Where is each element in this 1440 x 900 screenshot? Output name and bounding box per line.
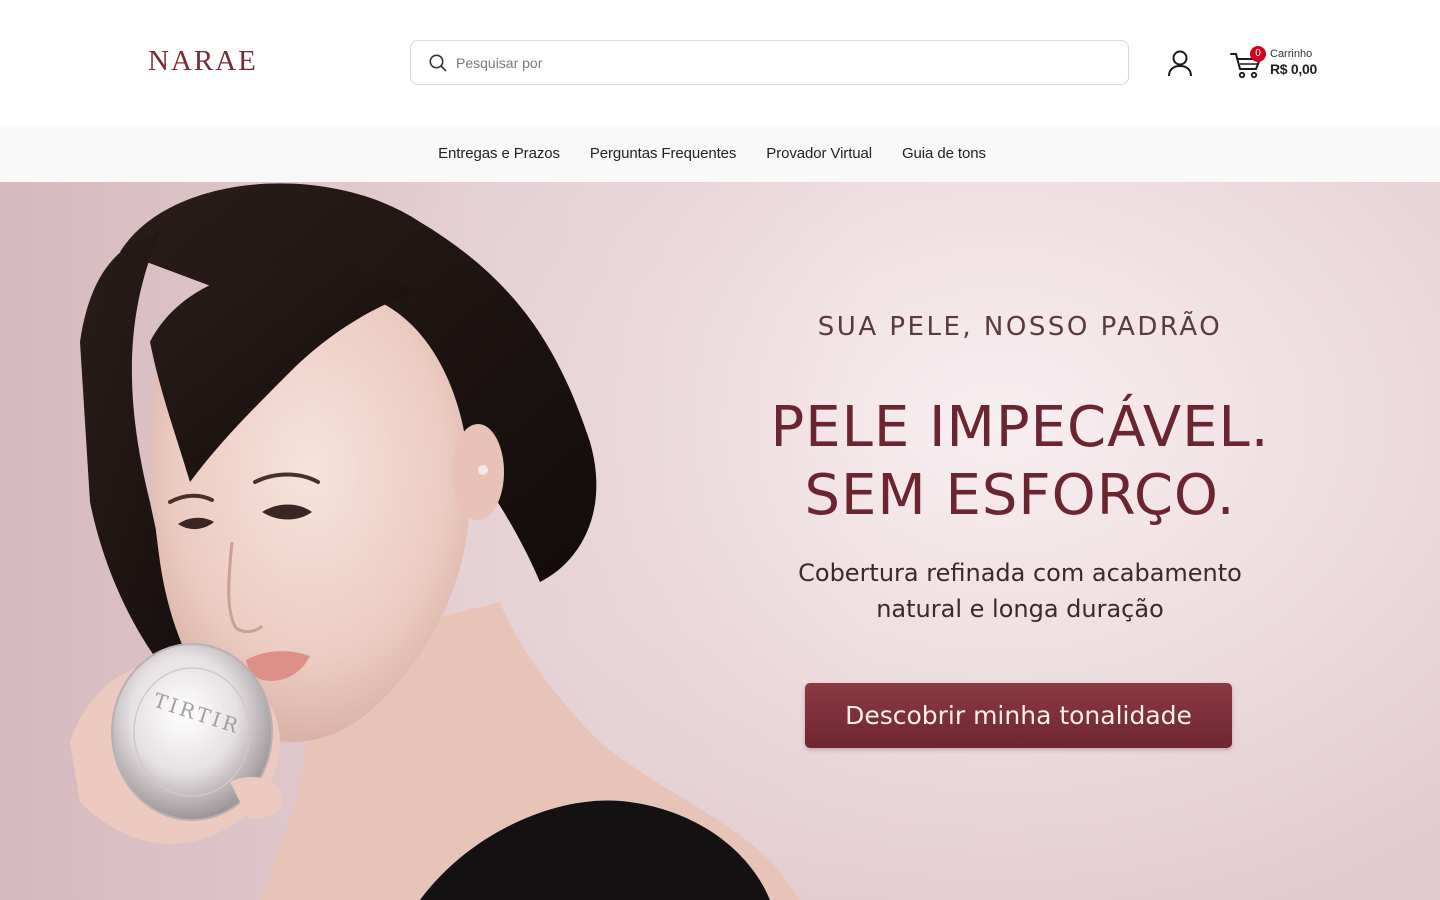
discover-shade-button[interactable]: Descobrir minha tonalidade: [805, 683, 1232, 748]
nav-item-guia[interactable]: Guia de tons: [902, 126, 986, 182]
nav-item-entregas[interactable]: Entregas e Prazos: [438, 126, 560, 182]
nav-item-provador[interactable]: Provador Virtual: [766, 126, 872, 182]
cart-label: Carrinho: [1270, 48, 1313, 60]
site-header: NARAE 0 Carrinho R$ 0,00: [0, 0, 1440, 126]
hero-eyebrow: SUA PELE, NOSSO PADRÃO: [817, 312, 1223, 342]
account-button[interactable]: [1165, 48, 1195, 78]
hero-subtitle: Cobertura refinada com acabamento natura…: [700, 555, 1340, 627]
cart-count-badge: 0: [1250, 46, 1266, 62]
nav-item-perguntas[interactable]: Perguntas Frequentes: [590, 126, 737, 182]
search-input[interactable]: [456, 41, 1116, 84]
search-icon[interactable]: [428, 53, 448, 73]
main-nav: Entregas e Prazos Perguntas Frequentes P…: [0, 126, 1440, 182]
hero-headline-line-2: SEM ESFORÇO.: [804, 463, 1236, 528]
hero-subtitle-line-1: Cobertura refinada com acabamento: [798, 559, 1242, 587]
hero-model-image: TIRTIR: [70, 183, 800, 900]
hero-headline-line-1: PELE IMPECÁVEL.: [770, 395, 1270, 460]
logo[interactable]: NARAE: [148, 44, 258, 78]
hero-subtitle-line-2: natural e longa duração: [876, 595, 1164, 623]
hero-headline: PELE IMPECÁVEL. SEM ESFORÇO.: [700, 394, 1340, 530]
hero-banner: TIRTIR SUA PELE, NOSSO PADRÃO PELE IMPEC…: [0, 182, 1440, 900]
search-bar[interactable]: [410, 40, 1129, 85]
user-icon: [1168, 50, 1192, 77]
cart-button[interactable]: 0 Carrinho R$ 0,00: [1228, 44, 1328, 84]
cart-total: R$ 0,00: [1270, 61, 1317, 77]
hero-content: SUA PELE, NOSSO PADRÃO PELE IMPECÁVEL. S…: [700, 182, 1340, 900]
